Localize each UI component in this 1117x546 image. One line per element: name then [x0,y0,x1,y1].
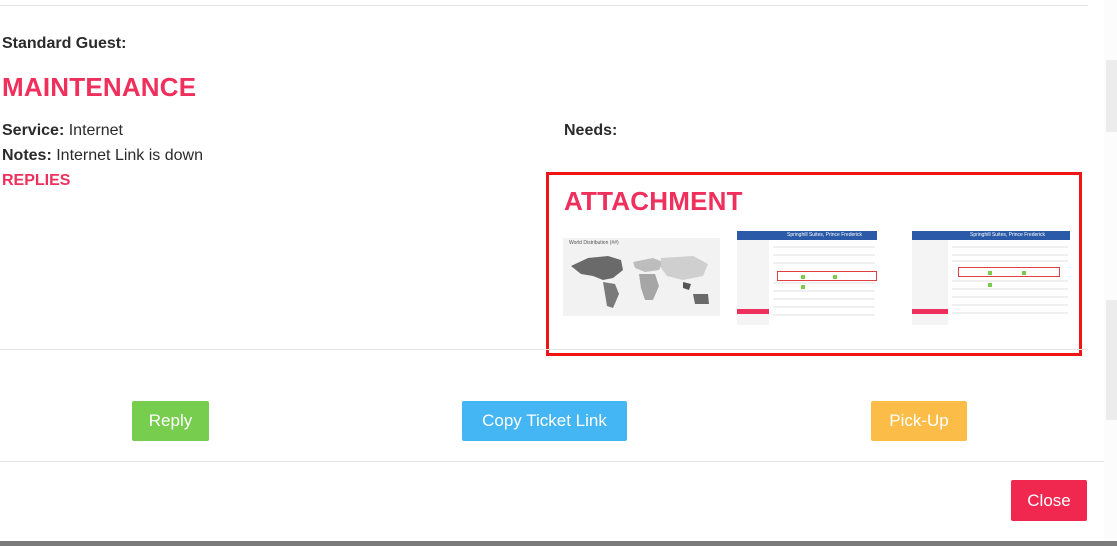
dashboard-screenshot-thumbnail-2[interactable]: Springhill Suites, Prince Frederick [912,231,1070,325]
needs-label: Needs: [564,122,618,139]
notes-value: Internet Link is down [56,147,203,164]
close-button[interactable]: Close [1011,480,1087,521]
attachment-section: ATTACHMENT World Distribution (##) Sprin… [546,172,1082,356]
footer-divider [0,461,1104,462]
scrollbar-track[interactable] [1104,0,1117,546]
notes-label: Notes: [2,147,52,164]
world-map-icon [571,256,709,308]
thumb-table-lines [773,246,875,316]
replies-link[interactable]: REPLIES [2,171,70,191]
pick-up-button[interactable]: Pick-Up [871,401,967,441]
scrollbar-mark [1106,60,1117,132]
reply-button[interactable]: Reply [132,401,209,441]
world-map-thumbnail[interactable]: World Distribution (##) [563,238,720,316]
ticket-modal: Standard Guest: MAINTENANCE Service: Int… [0,0,1104,541]
thumb-table-lines [952,246,1068,314]
backdrop-strip [0,541,1117,546]
dashboard-screenshot-thumbnail-1[interactable]: Springhill Suites, Prince Frederick [737,231,877,325]
attachment-heading: ATTACHMENT [564,186,743,216]
service-label: Service: [2,122,65,139]
top-divider [0,5,1088,6]
section-divider [0,349,1088,350]
service-row: Service: Internet [2,121,123,141]
standard-guest-label: Standard Guest: [2,35,127,52]
scrollbar-mark [1106,300,1117,420]
copy-ticket-link-button[interactable]: Copy Ticket Link [462,401,627,441]
service-value: Internet [68,122,123,139]
category-heading: MAINTENANCE [2,72,197,102]
notes-row: Notes: Internet Link is down [2,146,203,166]
